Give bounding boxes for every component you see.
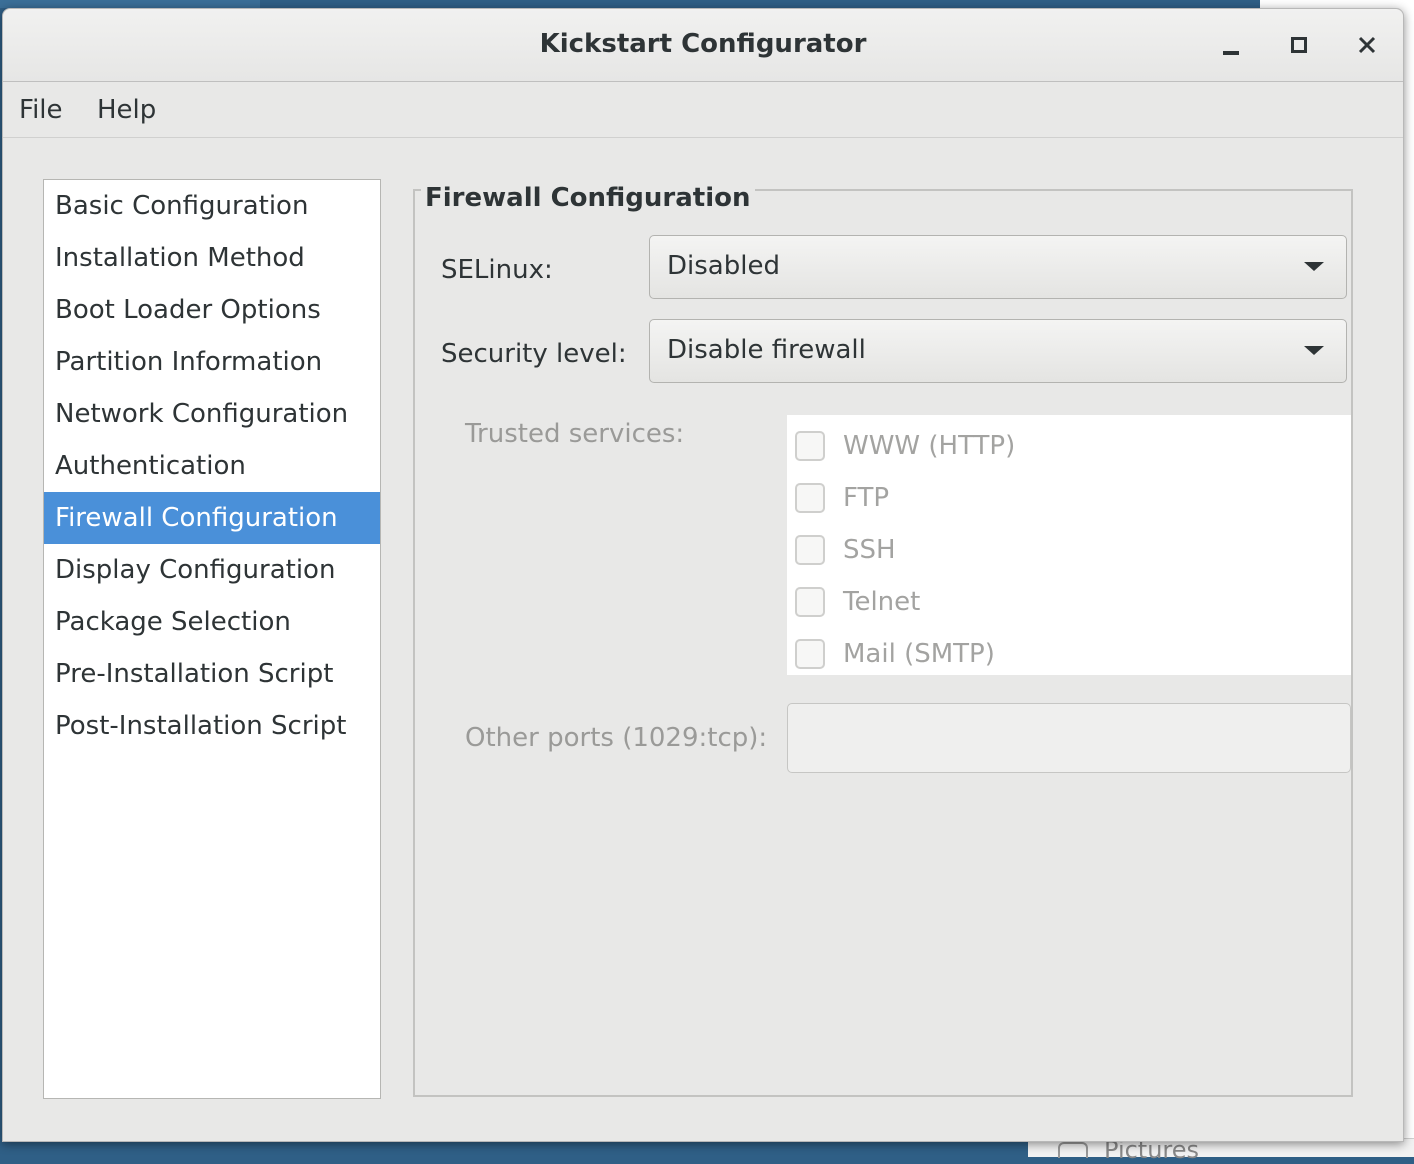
dropdown-arrow-icon xyxy=(1304,346,1324,355)
checkbox[interactable] xyxy=(795,535,825,565)
checkbox[interactable] xyxy=(795,639,825,669)
menu-help[interactable]: Help xyxy=(97,95,156,125)
security-level-value: Disable firewall xyxy=(667,335,866,365)
other-ports-input[interactable] xyxy=(787,703,1351,773)
service-label: Telnet xyxy=(843,587,921,617)
selinux-dropdown[interactable]: Disabled xyxy=(649,235,1347,299)
close-button[interactable] xyxy=(1347,27,1387,63)
security-level-label: Security level: xyxy=(441,339,627,369)
checkbox[interactable] xyxy=(795,483,825,513)
menu-file[interactable]: File xyxy=(19,95,63,125)
menu-bar: File Help xyxy=(3,82,1403,138)
sidebar-item-package-selection[interactable]: Package Selection xyxy=(44,596,380,648)
sidebar-item-authentication[interactable]: Authentication xyxy=(44,440,380,492)
sidebar-item-boot-loader-options[interactable]: Boot Loader Options xyxy=(44,284,380,336)
service-label: FTP xyxy=(843,483,890,513)
checkbox[interactable] xyxy=(795,587,825,617)
sidebar-item-pre-installation-script[interactable]: Pre-Installation Script xyxy=(44,648,380,700)
sidebar-item-installation-method[interactable]: Installation Method xyxy=(44,232,380,284)
service-ftp[interactable]: FTP xyxy=(787,473,1351,525)
sidebar-item-display-configuration[interactable]: Display Configuration xyxy=(44,544,380,596)
maximize-button[interactable] xyxy=(1279,27,1319,63)
service-label: Mail (SMTP) xyxy=(843,639,995,669)
sidebar-item-network-configuration[interactable]: Network Configuration xyxy=(44,388,380,440)
sidebar-item-post-installation-script[interactable]: Post-Installation Script xyxy=(44,700,380,752)
service-mail-smtp[interactable]: Mail (SMTP) xyxy=(787,629,1351,681)
selinux-label: SELinux: xyxy=(441,255,553,285)
security-level-dropdown[interactable]: Disable firewall xyxy=(649,319,1347,383)
close-icon xyxy=(1358,36,1376,54)
sidebar-item-firewall-configuration[interactable]: Firewall Configuration xyxy=(44,492,380,544)
checkbox[interactable] xyxy=(795,431,825,461)
service-telnet[interactable]: Telnet xyxy=(787,577,1351,629)
panel-title: Firewall Configuration xyxy=(421,183,755,213)
dropdown-arrow-icon xyxy=(1304,262,1324,271)
minimize-button[interactable] xyxy=(1211,27,1251,63)
desktop-background xyxy=(0,0,260,8)
service-www-http[interactable]: WWW (HTTP) xyxy=(787,421,1351,473)
other-ports-label: Other ports (1029:tcp): xyxy=(465,723,768,753)
trusted-services-label: Trusted services: xyxy=(465,419,685,449)
service-label: WWW (HTTP) xyxy=(843,431,1016,461)
sidebar-item-partition-information[interactable]: Partition Information xyxy=(44,336,380,388)
service-label: SSH xyxy=(843,535,896,565)
window-title: Kickstart Configurator xyxy=(539,29,867,59)
trusted-services-list: WWW (HTTP) FTP SSH Telnet Mail (SMTP) xyxy=(787,415,1351,675)
section-list: Basic Configuration Installation Method … xyxy=(43,179,381,1099)
service-ssh[interactable]: SSH xyxy=(787,525,1351,577)
sidebar-item-basic-configuration[interactable]: Basic Configuration xyxy=(44,180,380,232)
selinux-value: Disabled xyxy=(667,251,780,281)
title-bar[interactable]: Kickstart Configurator xyxy=(3,9,1403,82)
kickstart-configurator-window: Kickstart Configurator File Help Basic C… xyxy=(2,8,1404,1142)
